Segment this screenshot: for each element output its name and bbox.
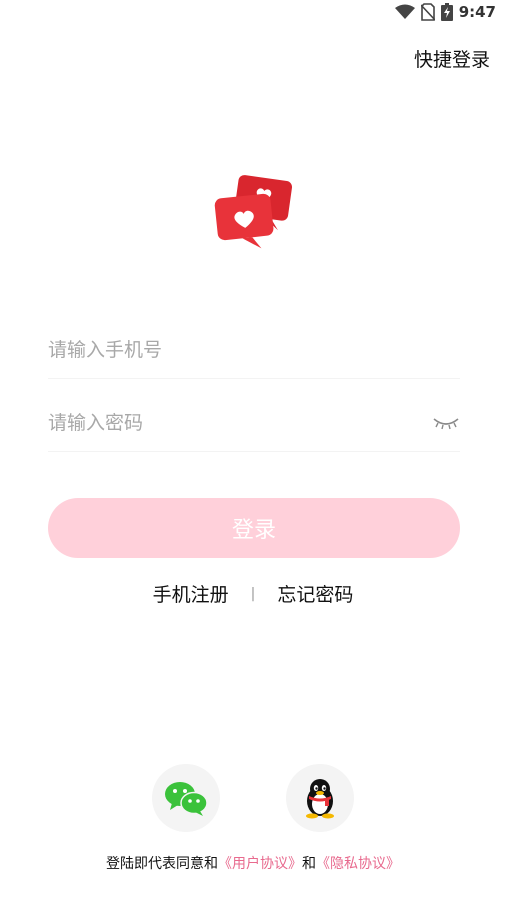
phone-input[interactable] xyxy=(48,322,408,378)
phone-register-link[interactable]: 手机注册 xyxy=(153,580,229,607)
privacy-agreement-link[interactable]: 《隐私协议》 xyxy=(316,856,400,872)
app-logo xyxy=(212,172,294,254)
no-sim-icon xyxy=(420,3,435,21)
qq-login-button[interactable] xyxy=(286,764,354,832)
agreement-text: 登陆即代表同意和《用户协议》和《隐私协议》 xyxy=(0,853,506,873)
links-divider: | xyxy=(250,585,256,602)
wechat-icon xyxy=(165,782,208,816)
wifi-icon xyxy=(394,4,415,19)
auth-links: 手机注册 | 忘记密码 xyxy=(0,580,506,607)
agreement-and: 和 xyxy=(302,856,316,872)
wechat-login-button[interactable] xyxy=(152,764,220,832)
user-agreement-link[interactable]: 《用户协议》 xyxy=(218,856,302,872)
forgot-password-link[interactable]: 忘记密码 xyxy=(277,580,353,607)
status-icons: 9:47 xyxy=(394,3,496,21)
heart-chat-bubbles-icon xyxy=(214,175,293,249)
status-bar: 9:47 xyxy=(0,0,506,28)
phone-field-row xyxy=(48,322,460,379)
password-input[interactable] xyxy=(48,395,408,451)
qq-icon xyxy=(306,779,334,819)
agreement-prefix: 登陆即代表同意和 xyxy=(106,856,218,872)
quick-login-link[interactable]: 快捷登录 xyxy=(414,45,490,72)
login-button[interactable]: 登录 xyxy=(48,498,460,558)
battery-charging-icon xyxy=(440,3,453,21)
password-field-row xyxy=(48,395,460,452)
eye-closed-icon[interactable] xyxy=(432,415,460,431)
social-login xyxy=(0,764,506,832)
status-time: 9:47 xyxy=(458,3,496,21)
